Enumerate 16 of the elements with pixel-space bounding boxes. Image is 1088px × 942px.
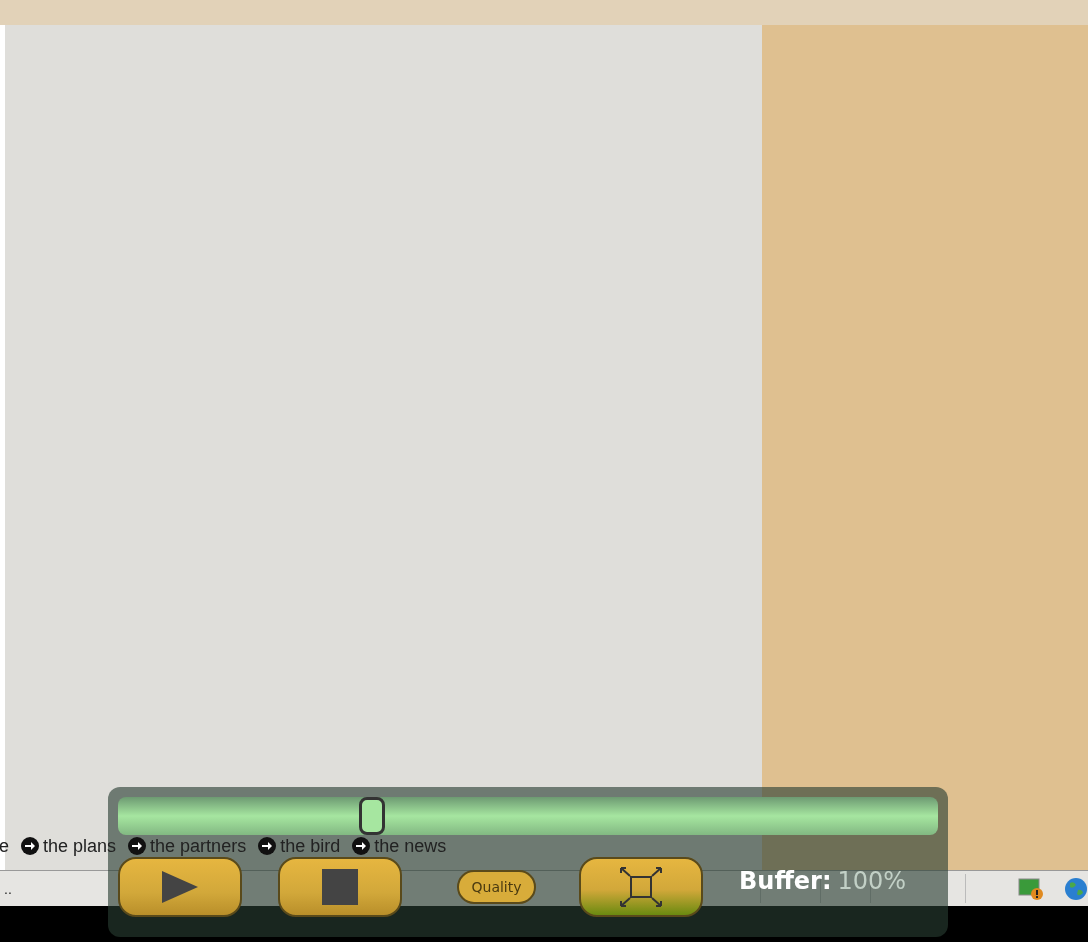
buffer-value: 100% <box>837 867 907 895</box>
seek-thumb[interactable] <box>359 797 386 835</box>
buffer-label: Buffer: <box>739 867 832 895</box>
nav-link[interactable]: e <box>0 836 9 856</box>
nav-link[interactable]: the news <box>374 836 447 856</box>
quality-button[interactable]: Quality <box>457 870 536 904</box>
status-text: .. <box>4 880 12 897</box>
play-button[interactable] <box>118 857 242 917</box>
stop-icon <box>322 869 358 905</box>
fullscreen-button[interactable] <box>579 857 703 917</box>
picture-warning-icon[interactable] <box>1018 876 1044 901</box>
globe-icon[interactable] <box>1064 876 1088 901</box>
nav-link[interactable]: the bird <box>280 836 341 856</box>
fullscreen-icon <box>618 865 664 909</box>
stop-button[interactable] <box>278 857 402 917</box>
nav-link[interactable]: the partners <box>150 836 247 856</box>
